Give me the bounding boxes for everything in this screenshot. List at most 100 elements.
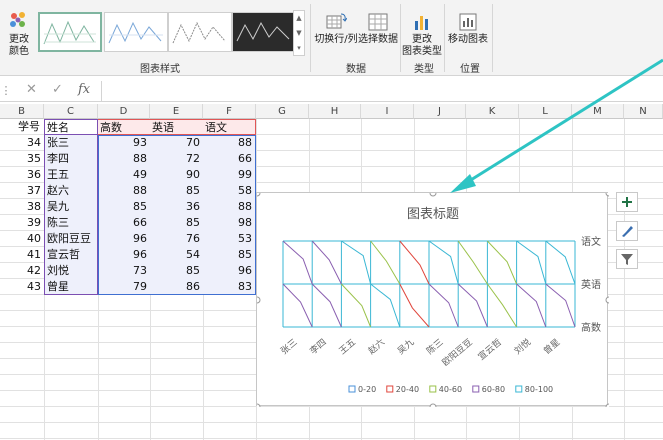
cell-chinese[interactable]: 85 xyxy=(203,247,256,263)
column-header-n[interactable]: N xyxy=(624,104,663,119)
legend-label: 80-100 xyxy=(525,385,553,394)
chart-elements-button[interactable] xyxy=(616,192,638,212)
cell-student-id[interactable]: 40 xyxy=(0,231,44,247)
cancel-icon[interactable]: ✕ xyxy=(26,82,37,97)
column-header-c[interactable]: C xyxy=(44,104,98,119)
cell-math[interactable]: 93 xyxy=(98,135,150,151)
insert-function-icon[interactable]: fx xyxy=(78,82,90,97)
column-header-m[interactable]: M xyxy=(572,104,624,119)
cell-english[interactable]: 86 xyxy=(150,279,203,295)
surface-contour xyxy=(516,283,547,328)
cell-student-id[interactable]: 39 xyxy=(0,215,44,231)
cell-chinese[interactable]: 88 xyxy=(203,199,256,215)
cell-student-id[interactable]: 38 xyxy=(0,199,44,215)
column-header-b[interactable]: B xyxy=(0,104,44,119)
column-header-k[interactable]: K xyxy=(466,104,519,119)
cell-student-id[interactable]: 34 xyxy=(0,135,44,151)
legend-label: 60-80 xyxy=(482,385,505,394)
row-gridline xyxy=(0,422,663,423)
legend-swatch xyxy=(386,385,394,393)
cell-math[interactable]: 88 xyxy=(98,183,150,199)
column-header-e[interactable]: E xyxy=(150,104,203,119)
cell-math[interactable]: 96 xyxy=(98,247,150,263)
cell-english[interactable]: 85 xyxy=(150,215,203,231)
plus-icon xyxy=(622,197,632,207)
cell-name[interactable]: 吴九 xyxy=(44,199,98,215)
cell-math[interactable]: 96 xyxy=(98,231,150,247)
cell-math[interactable]: 73 xyxy=(98,263,150,279)
cell-chinese[interactable]: 99 xyxy=(203,167,256,183)
column-header-f[interactable]: F xyxy=(203,104,256,119)
chart-style-4-thumbnail[interactable] xyxy=(232,12,296,52)
cell-math[interactable]: 85 xyxy=(98,199,150,215)
cell-english[interactable]: 76 xyxy=(150,231,203,247)
cell-english[interactable]: 36 xyxy=(150,199,203,215)
cell-name[interactable]: 王五 xyxy=(44,167,98,183)
cell-math[interactable]: 49 xyxy=(98,167,150,183)
column-header-l[interactable]: L xyxy=(519,104,572,119)
change-colors-button[interactable]: 更改 颜色 xyxy=(4,10,34,58)
cell-name[interactable]: 曾星 xyxy=(44,279,98,295)
surface-contour xyxy=(516,240,547,285)
cell-student-id[interactable]: 42 xyxy=(0,263,44,279)
cell-chinese[interactable]: 58 xyxy=(203,183,256,199)
header-chinese[interactable]: 语文 xyxy=(203,119,256,135)
cell-name[interactable]: 张三 xyxy=(44,135,98,151)
cell-name[interactable]: 李四 xyxy=(44,151,98,167)
cell-english[interactable]: 90 xyxy=(150,167,203,183)
header-english[interactable]: 英语 xyxy=(150,119,203,135)
chart-filters-button[interactable] xyxy=(616,249,638,269)
cell-student-id[interactable]: 41 xyxy=(0,247,44,263)
column-header-d[interactable]: D xyxy=(98,104,150,119)
cell-name[interactable]: 刘悦 xyxy=(44,263,98,279)
header-student-id[interactable]: 学号 xyxy=(0,119,44,135)
formula-input[interactable] xyxy=(101,81,663,101)
cell-english[interactable]: 85 xyxy=(150,263,203,279)
chart-style-2-thumbnail[interactable] xyxy=(104,12,168,52)
series-axis-label: 高数 xyxy=(581,321,601,334)
select-data-button[interactable]: 选择数据 xyxy=(358,12,398,46)
cell-chinese[interactable]: 96 xyxy=(203,263,256,279)
cell-student-id[interactable]: 37 xyxy=(0,183,44,199)
cell-english[interactable]: 85 xyxy=(150,183,203,199)
cell-english[interactable]: 70 xyxy=(150,135,203,151)
cell-name[interactable]: 欧阳豆豆 xyxy=(44,231,98,247)
cell-chinese[interactable]: 98 xyxy=(203,215,256,231)
cell-student-id[interactable]: 35 xyxy=(0,151,44,167)
switch-row-column-button[interactable]: 切换行/列 xyxy=(314,12,358,46)
surface-chart[interactable]: 张三 李四 王五 赵六 吴九 陈三欧阳豆豆 宣云哲 刘悦 曾星 语文英语高数 0-20 20-40 40… xyxy=(257,193,609,407)
chart-styles-button[interactable] xyxy=(616,221,638,241)
surface-contour xyxy=(341,240,372,285)
chart-style-3-thumbnail[interactable] xyxy=(168,12,232,52)
change-chart-type-button[interactable]: 更改 图表类型 xyxy=(402,12,442,58)
cell-chinese[interactable]: 53 xyxy=(203,231,256,247)
cell-math[interactable]: 88 xyxy=(98,151,150,167)
column-header-g[interactable]: G xyxy=(256,104,309,119)
header-math[interactable]: 高数 xyxy=(98,119,150,135)
column-header-h[interactable]: H xyxy=(309,104,361,119)
cell-chinese[interactable]: 83 xyxy=(203,279,256,295)
header-name[interactable]: 姓名 xyxy=(44,119,98,135)
confirm-icon[interactable]: ✓ xyxy=(52,82,63,97)
column-header-j[interactable]: J xyxy=(414,104,466,119)
move-chart-button[interactable]: 移动图表 xyxy=(446,12,490,46)
cell-english[interactable]: 54 xyxy=(150,247,203,263)
cell-math[interactable]: 66 xyxy=(98,215,150,231)
cell-name[interactable]: 赵六 xyxy=(44,183,98,199)
cell-chinese[interactable]: 66 xyxy=(203,151,256,167)
cell-name[interactable]: 宣云哲 xyxy=(44,247,98,263)
cell-english[interactable]: 72 xyxy=(150,151,203,167)
surface-contour xyxy=(399,240,430,285)
resize-handle xyxy=(429,193,437,197)
chart-area[interactable]: 图表标题 张三 李四 王五 赵六 吴九 陈三 欧阳豆豆 宣云哲 刘悦 曾星 语文 英语 高数 0-20 20… xyxy=(256,192,609,407)
type-group-label: 类型 xyxy=(414,64,434,75)
column-header-i[interactable]: I xyxy=(361,104,414,119)
cell-math[interactable]: 79 xyxy=(98,279,150,295)
name-box[interactable]: ⋮ xyxy=(0,81,12,101)
cell-student-id[interactable]: 43 xyxy=(0,279,44,295)
chart-style-1-thumbnail[interactable] xyxy=(38,12,102,52)
style-gallery-scroll[interactable]: ▲ ▼ ▾ xyxy=(293,10,305,56)
cell-name[interactable]: 陈三 xyxy=(44,215,98,231)
cell-student-id[interactable]: 36 xyxy=(0,167,44,183)
cell-chinese[interactable]: 88 xyxy=(203,135,256,151)
